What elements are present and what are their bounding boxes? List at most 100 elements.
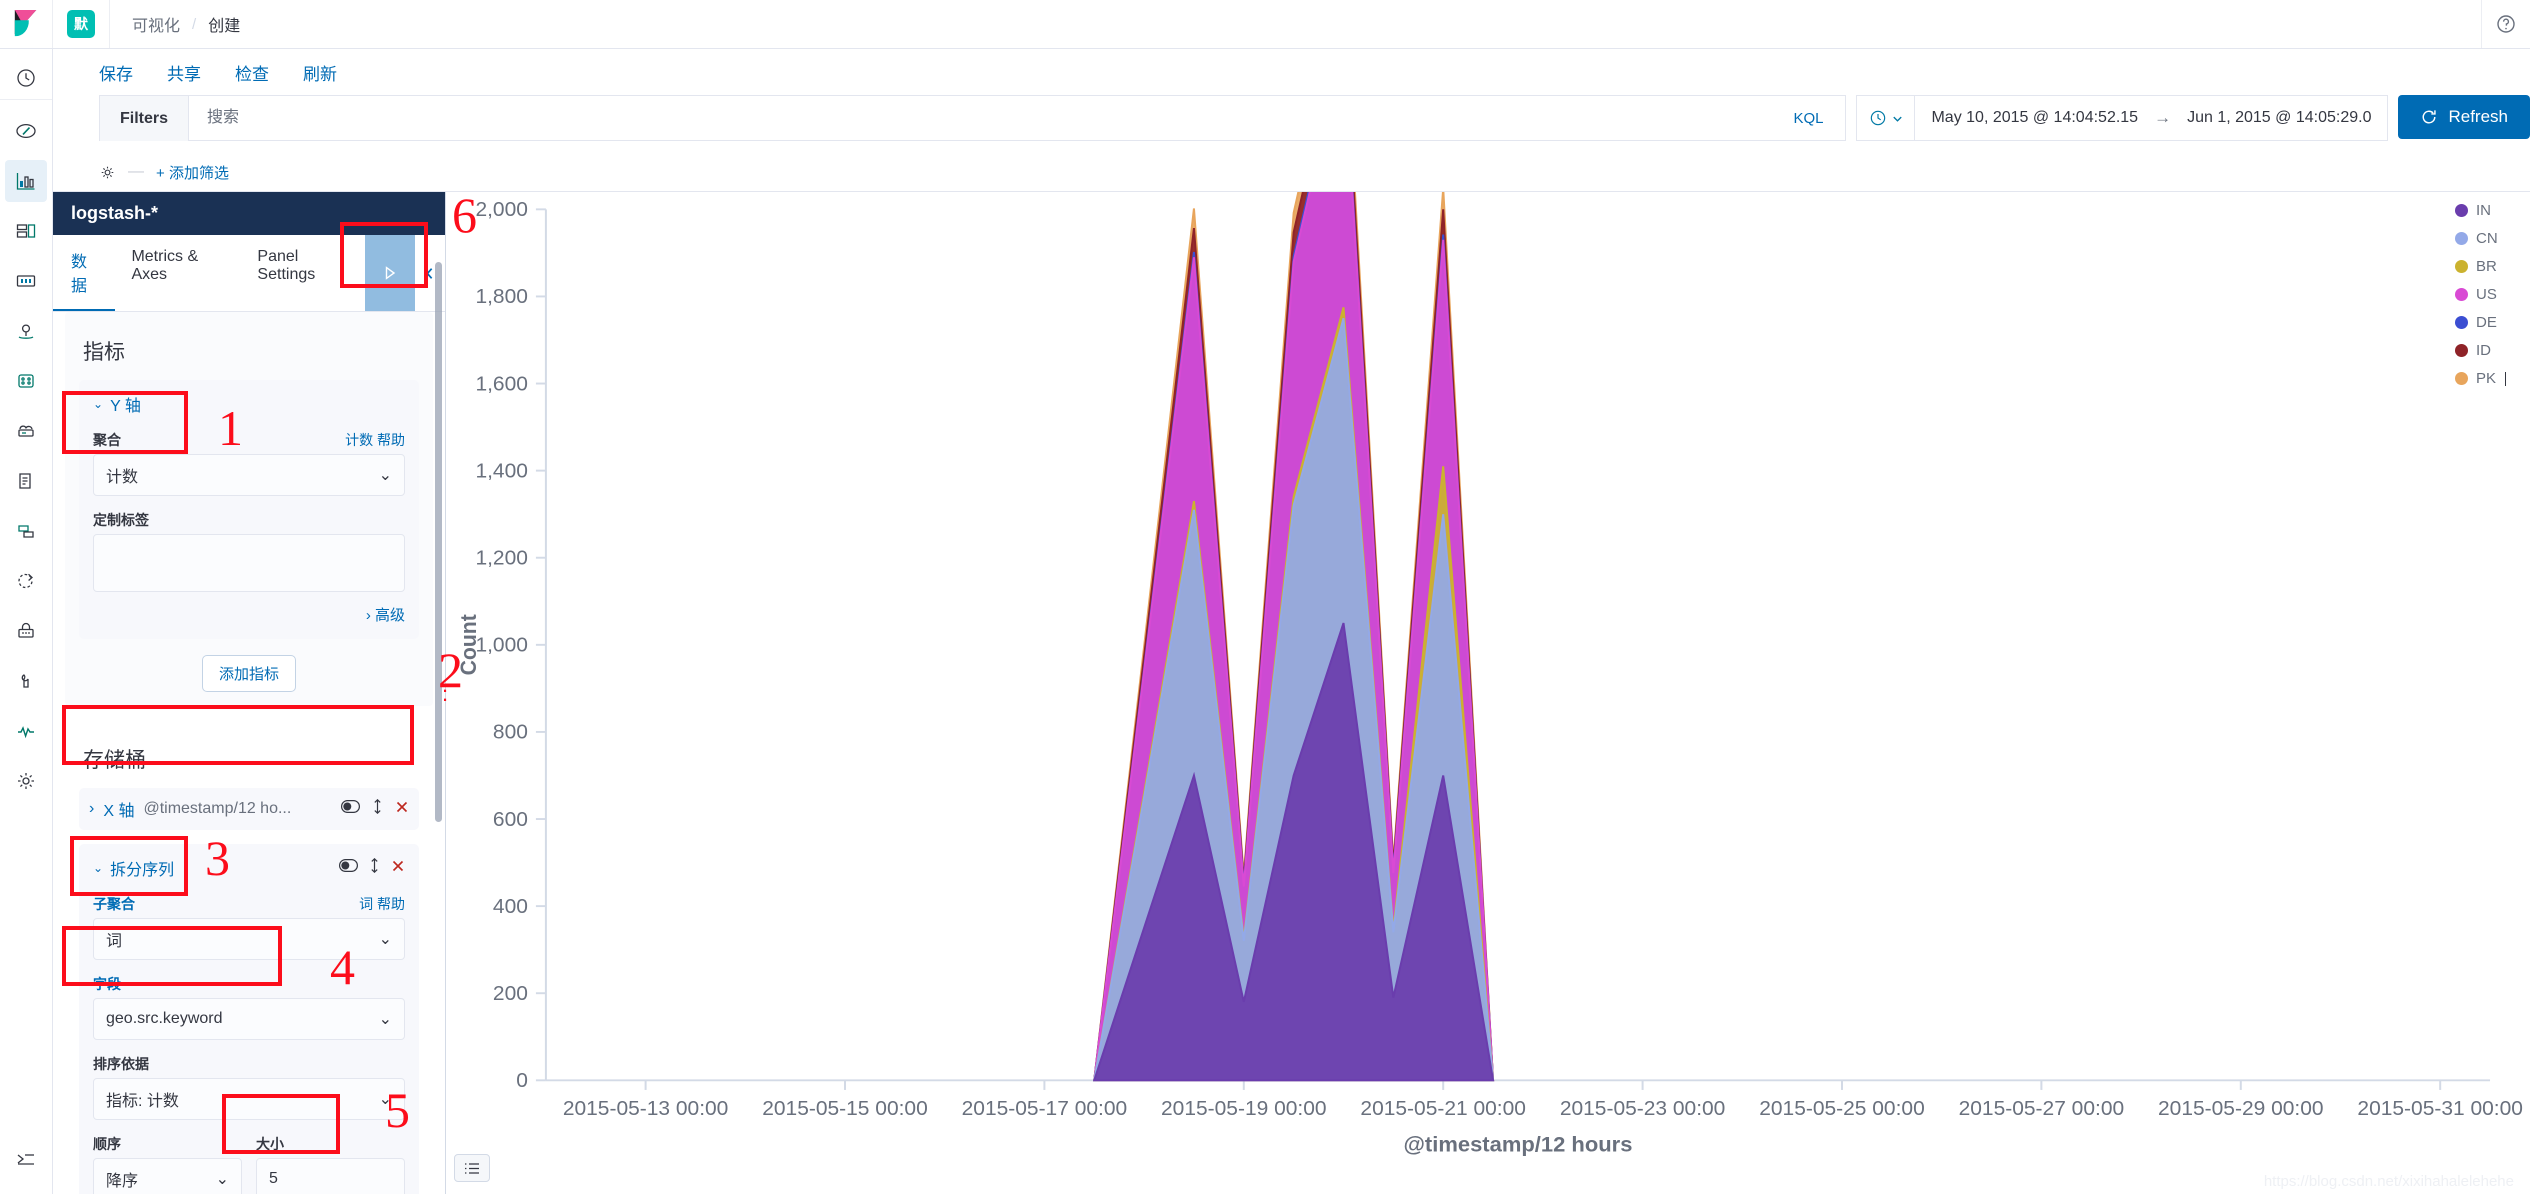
search-shell: KQL bbox=[189, 95, 1847, 141]
chevron-down-icon bbox=[1893, 116, 1903, 122]
chevron-down-icon: ⌄ bbox=[378, 467, 392, 484]
legend-item-de[interactable]: DE bbox=[2454, 314, 2506, 331]
x-axis-bucket-row[interactable]: › X 轴 @timestamp/12 ho... bbox=[79, 788, 419, 830]
gear-icon[interactable] bbox=[99, 164, 116, 181]
sidebar-item-uptime[interactable] bbox=[5, 560, 47, 602]
y-axis-card-header[interactable]: ⌄ Y 轴 bbox=[93, 392, 405, 416]
y-axis-tick-label: 400 bbox=[493, 895, 528, 918]
add-metric-button[interactable]: 添加指标 bbox=[201, 655, 296, 692]
order-size-row: 顺序 降序 ⌄ 大小 5 bbox=[93, 1120, 405, 1194]
help-circle-icon[interactable] bbox=[2482, 14, 2530, 34]
disable-toggle-icon[interactable] bbox=[339, 859, 358, 877]
sub-aggregation-help-link[interactable]: 词 帮助 bbox=[359, 894, 405, 914]
x-axis-tick-label: 2015-05-15 00:00 bbox=[762, 1097, 928, 1120]
visualization-chart: 0 200 400 600 800 1,000 1,200 1,400 1,600 1,800 2,… bbox=[446, 192, 2530, 1194]
menu-inspect[interactable]: 检查 bbox=[235, 60, 269, 85]
x-axis-tick-label: 2015-05-21 00:00 bbox=[1360, 1097, 1526, 1120]
space-selector[interactable]: 默 bbox=[53, 0, 110, 48]
tab-panel-settings[interactable]: Panel Settings bbox=[241, 235, 365, 311]
kibana-app: 默 可视化 / 创建 保存 共享 检查 刷新 Filters 搜索 KQL Ma… bbox=[0, 0, 2530, 1194]
drag-handle-icon[interactable] bbox=[370, 857, 379, 878]
watermark: https://blog.csdn.net/xixihahalelehehe bbox=[2263, 1173, 2514, 1190]
tab-data[interactable]: 数据 bbox=[53, 235, 116, 311]
breadcrumb-create[interactable]: 创建 bbox=[208, 12, 240, 36]
legend-item-in[interactable]: IN bbox=[2454, 202, 2506, 219]
menu-refresh[interactable]: 刷新 bbox=[303, 60, 337, 85]
y-axis-tick-label: 1,200 bbox=[475, 547, 527, 570]
drag-handle-icon[interactable] bbox=[373, 798, 382, 819]
y-axis-tick-label: 1,600 bbox=[475, 373, 527, 396]
filters-tab[interactable]: Filters bbox=[99, 95, 190, 141]
legend-color-swatch bbox=[2454, 204, 2468, 217]
sidebar-item-machine-learning[interactable] bbox=[5, 360, 47, 402]
sidebar-item-infrastructure[interactable] bbox=[5, 410, 47, 452]
sidebar-item-dev-tools[interactable] bbox=[5, 660, 47, 702]
aggregation-select[interactable]: 计数 ⌄ bbox=[93, 454, 405, 496]
query-box: Filters KQL bbox=[99, 95, 1847, 141]
menu-share[interactable]: 共享 bbox=[167, 60, 201, 85]
sidebar-item-visualize[interactable] bbox=[5, 160, 47, 202]
sidebar-item-recently-viewed[interactable] bbox=[0, 57, 52, 100]
sidebar-item-maps[interactable] bbox=[5, 310, 47, 352]
order-by-label: 排序依据 bbox=[93, 1056, 149, 1072]
chevron-down-icon: ⌄ bbox=[215, 1171, 229, 1188]
editor-scroll-region[interactable]: 指标 ⌄ Y 轴 聚合 计数 帮助 计数 ⌄ 定制标签 › 高级 添加指标 存储… bbox=[53, 312, 445, 1194]
legend-item-br[interactable]: BR bbox=[2454, 258, 2506, 275]
add-filter-button[interactable]: + 添加筛选 bbox=[156, 162, 229, 183]
sidebar-item-apm[interactable] bbox=[5, 510, 47, 552]
legend-toggle-button[interactable] bbox=[454, 1154, 490, 1182]
menu-save[interactable]: 保存 bbox=[99, 60, 133, 85]
area-chart-svg[interactable]: 0 200 400 600 800 1,000 1,200 1,400 1,600 1,800 2,… bbox=[446, 192, 2530, 1194]
x-axis-title: @timestamp/12 hours bbox=[1403, 1132, 1632, 1157]
kibana-logo-icon bbox=[14, 10, 37, 37]
x-axis-tick-label: 2015-05-17 00:00 bbox=[962, 1097, 1128, 1120]
refresh-button[interactable]: Refresh bbox=[2398, 95, 2530, 139]
sidebar-item-siem[interactable] bbox=[5, 610, 47, 652]
field-select[interactable]: geo.src.keyword ⌄ bbox=[93, 998, 405, 1040]
collapse-nav-icon[interactable] bbox=[5, 1138, 47, 1190]
breadcrumb: 可视化 / 创建 bbox=[110, 0, 240, 48]
legend-item-pk[interactable]: PK bbox=[2454, 370, 2506, 387]
field-label: 字段 bbox=[93, 976, 121, 992]
chevron-down-icon: ⌄ bbox=[378, 1091, 392, 1108]
time-start[interactable]: May 10, 2015 @ 14:04:52.15 bbox=[1931, 109, 2138, 127]
advanced-toggle[interactable]: › 高级 bbox=[93, 604, 405, 625]
legend-item-us[interactable]: US bbox=[2454, 286, 2506, 303]
sidebar-item-canvas[interactable] bbox=[5, 260, 47, 302]
size-value: 5 bbox=[269, 1170, 278, 1187]
editor-tabs: 数据 Metrics & Axes Panel Settings bbox=[53, 235, 445, 312]
tab-metrics-axes[interactable]: Metrics & Axes bbox=[115, 235, 241, 311]
order-by-select[interactable]: 指标: 计数 ⌄ bbox=[93, 1078, 405, 1120]
custom-label-input[interactable] bbox=[93, 534, 405, 592]
aggregation-help-link[interactable]: 计数 帮助 bbox=[345, 430, 405, 450]
field-label-row: 字段 bbox=[93, 974, 405, 994]
breadcrumb-visualize[interactable]: 可视化 bbox=[132, 12, 180, 36]
workspace: logstash-* 数据 Metrics & Axes Panel Setti… bbox=[53, 192, 2530, 1194]
sidebar-item-discover[interactable] bbox=[5, 110, 47, 152]
sidebar-item-dashboard[interactable] bbox=[5, 210, 47, 252]
remove-bucket-icon[interactable] bbox=[395, 800, 409, 819]
sidebar-item-monitoring[interactable] bbox=[5, 710, 47, 752]
y-axis-tick-label: 2,000 bbox=[475, 198, 527, 221]
kql-label[interactable]: KQL bbox=[1793, 110, 1829, 127]
order-select[interactable]: 降序 ⌄ bbox=[93, 1158, 242, 1194]
sub-aggregation-select[interactable]: 词 ⌄ bbox=[93, 918, 405, 960]
editor-scrollbar[interactable] bbox=[435, 262, 442, 822]
sidebar-item-management[interactable] bbox=[5, 760, 47, 802]
disable-toggle-icon[interactable] bbox=[341, 800, 360, 818]
split-series-name: 拆分序列 bbox=[110, 862, 175, 879]
size-input[interactable]: 5 bbox=[256, 1158, 405, 1194]
time-end[interactable]: Jun 1, 2015 @ 14:05:29.0 bbox=[2187, 109, 2371, 127]
sidebar-item-logs[interactable] bbox=[5, 460, 47, 502]
search-input[interactable] bbox=[205, 108, 1794, 128]
legend-item-id[interactable]: ID bbox=[2454, 342, 2506, 359]
legend-item-cn[interactable]: CN bbox=[2454, 230, 2506, 247]
split-series-header[interactable]: ⌄ 拆分序列 bbox=[93, 856, 405, 880]
remove-bucket-icon[interactable] bbox=[391, 859, 405, 878]
chevron-down-icon: ⌄ bbox=[378, 931, 392, 948]
query-bar: Filters KQL bbox=[53, 95, 2530, 153]
apply-changes-button[interactable] bbox=[365, 235, 415, 311]
kibana-logo[interactable] bbox=[0, 0, 53, 48]
legend-label: DE bbox=[2475, 314, 2497, 331]
time-picker-quick-menu[interactable] bbox=[1857, 96, 1916, 140]
